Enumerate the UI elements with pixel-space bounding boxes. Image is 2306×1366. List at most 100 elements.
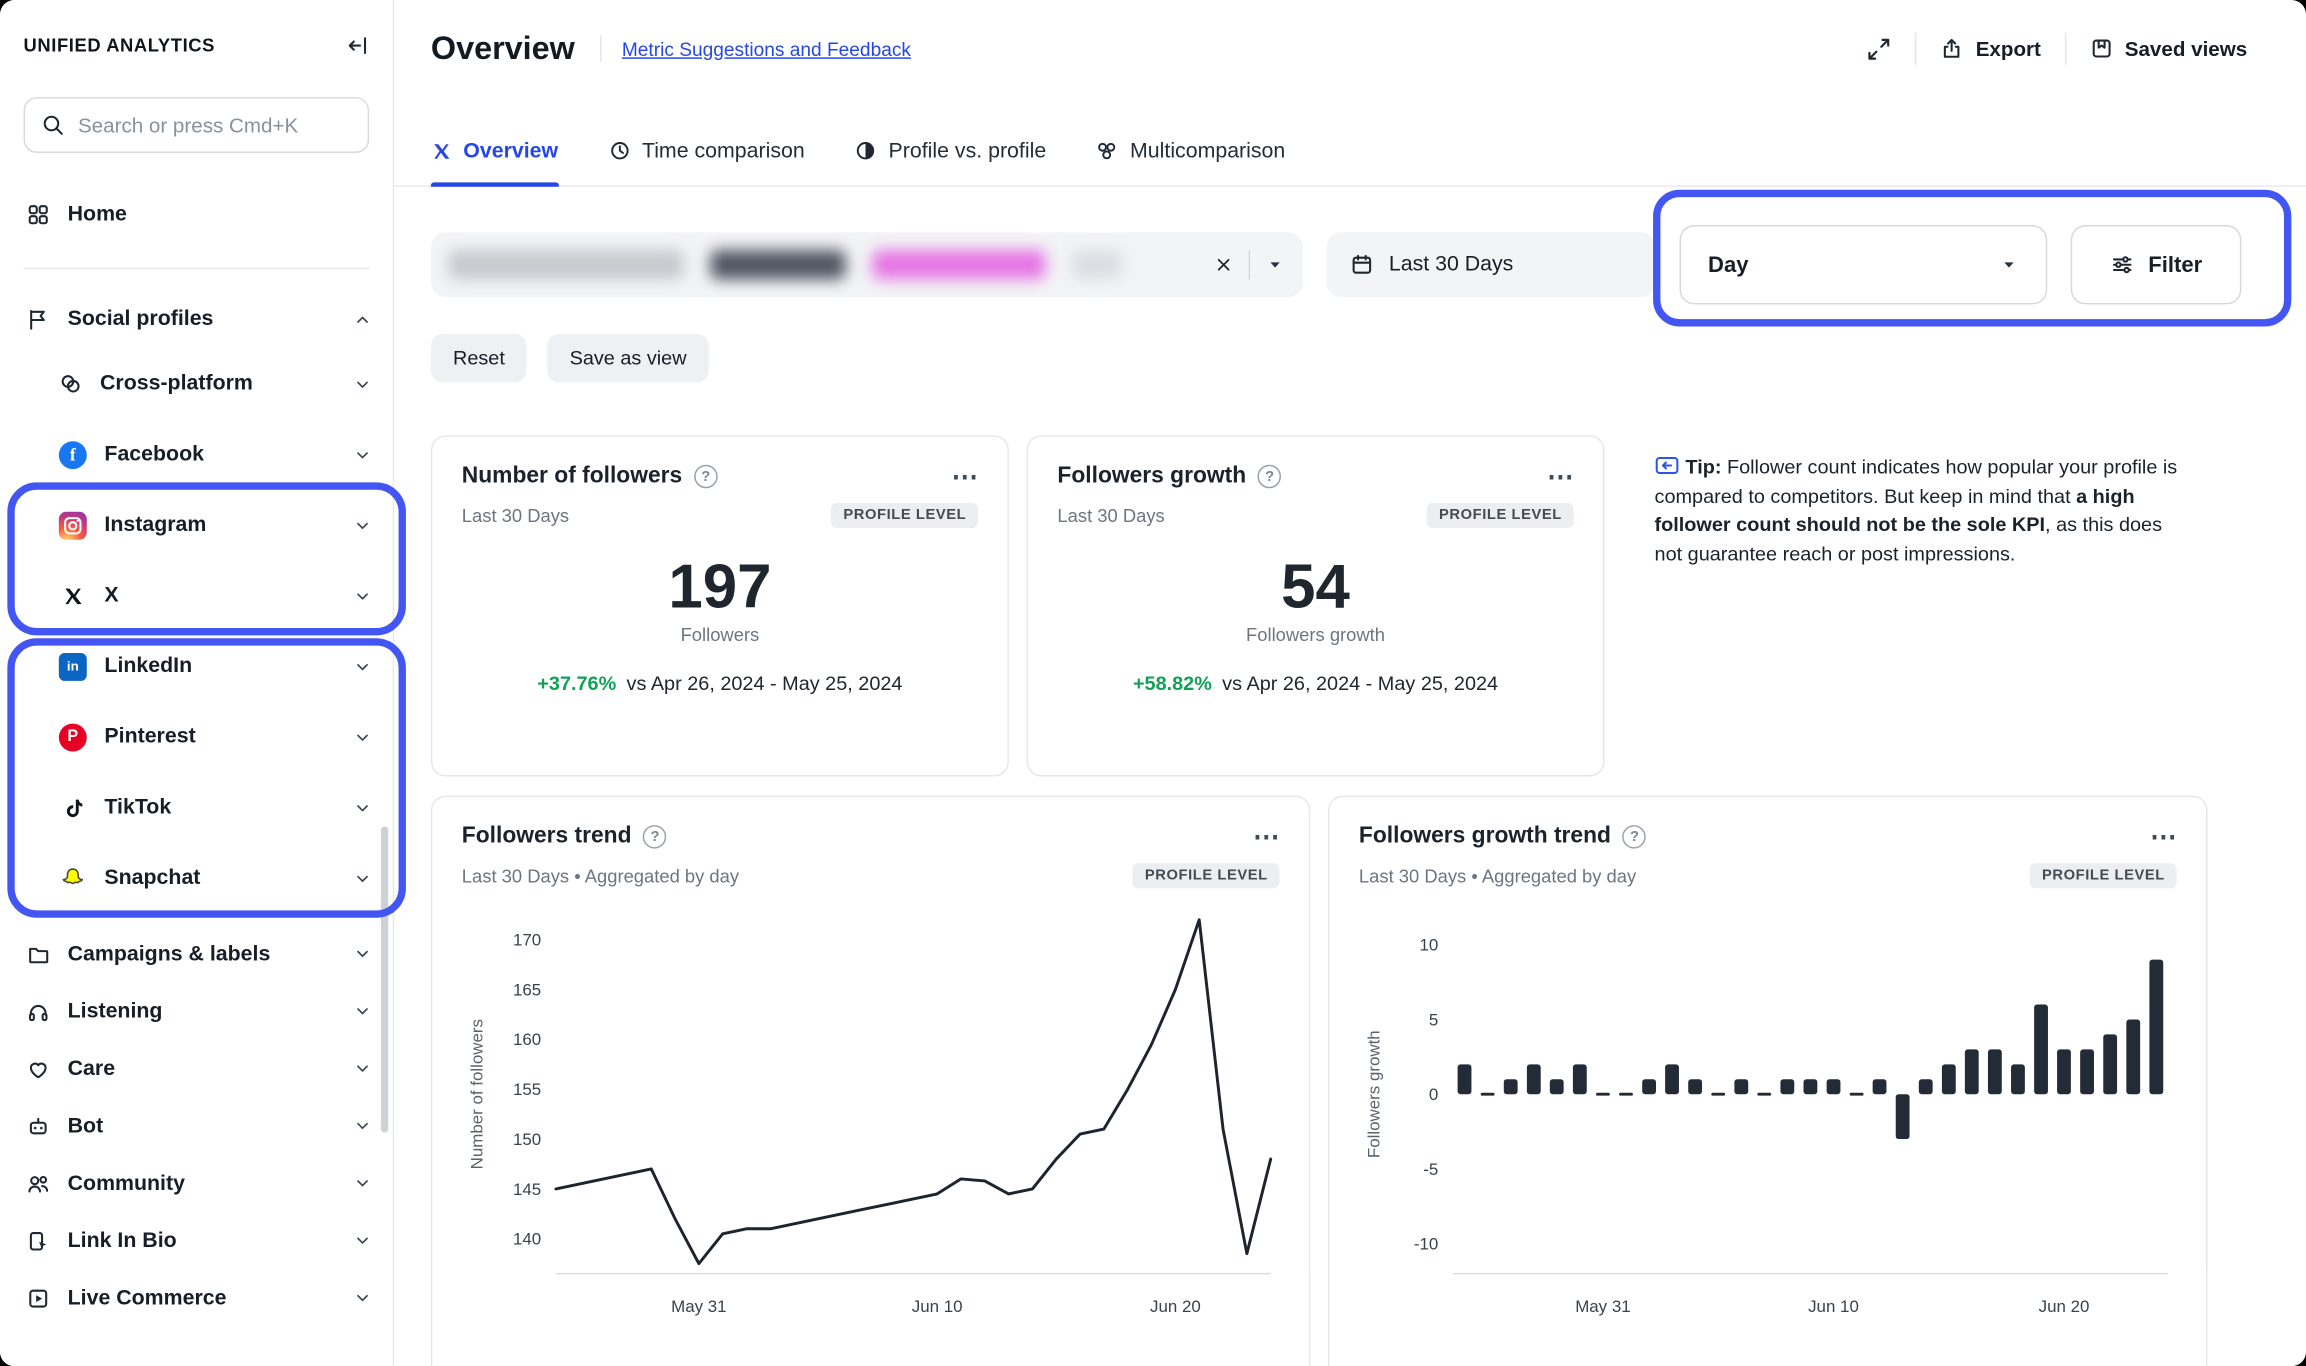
svg-text:Jun 10: Jun 10 bbox=[1808, 1297, 1859, 1316]
followers-growth-trend-chart: 1050-5-10Followers growthMay 31Jun 10Jun… bbox=[1359, 903, 2180, 1344]
more-menu-icon[interactable] bbox=[1547, 469, 1573, 484]
svg-text:10: 10 bbox=[1420, 936, 1439, 955]
tab-multicomparison[interactable]: Multicomparison bbox=[1096, 115, 1285, 187]
chevdown-icon bbox=[353, 868, 372, 887]
help-icon[interactable] bbox=[1623, 825, 1647, 849]
svg-text:-10: -10 bbox=[1414, 1235, 1438, 1254]
filter-button[interactable]: Filter bbox=[2071, 225, 2241, 304]
svg-text:155: 155 bbox=[513, 1080, 541, 1099]
sidebar-profiles: Cross-platformfFacebookInstagramXinLinke… bbox=[0, 349, 393, 914]
svg-text:May 31: May 31 bbox=[671, 1297, 726, 1316]
chevdown-icon bbox=[353, 1231, 372, 1250]
multi-icon bbox=[1096, 140, 1118, 162]
linkinbio-icon bbox=[26, 1229, 50, 1253]
clear-profiles-icon[interactable] bbox=[1214, 254, 1235, 275]
reset-button[interactable]: Reset bbox=[431, 334, 527, 383]
reset-row: Reset Save as view bbox=[394, 334, 2306, 383]
expand-view-icon[interactable] bbox=[1867, 36, 1892, 61]
sidebar-scrollbar[interactable] bbox=[381, 827, 388, 1133]
sidebar-item-pinterest[interactable]: PPinterest bbox=[0, 702, 393, 773]
search-icon bbox=[41, 113, 65, 137]
svg-text:Number of followers: Number of followers bbox=[467, 1019, 486, 1169]
sidebar-item-campaigns-labels[interactable]: Campaigns & labels bbox=[0, 925, 393, 982]
chevdown-icon bbox=[353, 1002, 372, 1021]
chevup-icon bbox=[353, 310, 372, 329]
main-area: Overview Metric Suggestions and Feedback… bbox=[394, 0, 2306, 1366]
help-icon[interactable] bbox=[694, 465, 718, 489]
sidebar-item-live-commerce[interactable]: Live Commerce bbox=[0, 1269, 393, 1326]
sidebar-item-tiktok[interactable]: TikTok bbox=[0, 772, 393, 843]
redacted-profile-chip bbox=[449, 250, 684, 279]
sidebar-item-snapchat[interactable]: Snapchat bbox=[0, 843, 393, 914]
listening-icon bbox=[26, 999, 50, 1023]
followers-growth-trend-card: Followers growth trend Last 30 Days • Ag… bbox=[1328, 796, 2207, 1366]
header-separator bbox=[600, 35, 601, 61]
granularity-dropdown[interactable]: Day bbox=[1680, 225, 2047, 304]
kpi-cards-row: Number of followers Last 30 Days PROFILE… bbox=[394, 435, 2306, 776]
sidebar-item-link-in-bio[interactable]: Link In Bio bbox=[0, 1212, 393, 1269]
sidebar-item-facebook[interactable]: fFacebook bbox=[0, 419, 393, 490]
chevdown-icon bbox=[353, 944, 372, 963]
tab-profile-vs-profile[interactable]: Profile vs. profile bbox=[855, 115, 1046, 187]
more-menu-icon[interactable] bbox=[2150, 829, 2176, 844]
svg-text:145: 145 bbox=[513, 1180, 541, 1199]
chevdown-icon bbox=[353, 657, 372, 676]
help-icon[interactable] bbox=[643, 825, 667, 849]
granularity-caret-icon bbox=[1999, 254, 2020, 275]
kpi-delta: +37.76% bbox=[537, 672, 616, 694]
feedback-link[interactable]: Metric Suggestions and Feedback bbox=[622, 38, 911, 60]
sidebar-item-community[interactable]: Community bbox=[0, 1154, 393, 1211]
redacted-profile-chip bbox=[1072, 250, 1122, 279]
snapchat-icon bbox=[59, 864, 87, 892]
tab-time-comparison[interactable]: Time comparison bbox=[608, 115, 805, 187]
sidebar-item-home[interactable]: Home bbox=[0, 185, 393, 244]
collapse-sidebar-icon[interactable] bbox=[346, 34, 370, 58]
community-icon bbox=[26, 1171, 50, 1195]
redacted-profile-chip bbox=[872, 250, 1046, 279]
date-range-picker[interactable]: Last 30 Days bbox=[1327, 232, 1656, 297]
sidebar-bottom-items: Campaigns & labelsListeningCareBotCommun… bbox=[0, 925, 393, 1327]
tip-text: Tip: Follower count indicates how popula… bbox=[1622, 435, 2181, 776]
campaigns-icon bbox=[26, 942, 50, 966]
sidebar-item-bot[interactable]: Bot bbox=[0, 1097, 393, 1154]
sidebar-item-instagram[interactable]: Instagram bbox=[0, 490, 393, 561]
xlogo-icon bbox=[431, 140, 452, 161]
more-menu-icon[interactable] bbox=[952, 469, 978, 484]
search-input[interactable] bbox=[78, 113, 352, 137]
help-icon[interactable] bbox=[1258, 465, 1282, 489]
filter-row: Last 30 Days Day Filter bbox=[394, 225, 2306, 304]
svg-text:0: 0 bbox=[1429, 1085, 1438, 1104]
chevdown-icon bbox=[353, 586, 372, 605]
sidebar-item-cross-platform[interactable]: Cross-platform bbox=[0, 349, 393, 420]
svg-text:170: 170 bbox=[513, 931, 541, 950]
followers-trend-card: Followers trend Last 30 Days • Aggregate… bbox=[431, 796, 1310, 1366]
saved-views-button[interactable]: Saved views bbox=[2089, 37, 2247, 61]
sidebar-item-linkedin[interactable]: inLinkedIn bbox=[0, 631, 393, 702]
save-as-view-button[interactable]: Save as view bbox=[548, 334, 709, 383]
svg-text:Jun 20: Jun 20 bbox=[2039, 1297, 2090, 1316]
sidebar-section-social-profiles[interactable]: Social profiles bbox=[0, 290, 393, 349]
sidebar: UNIFIED ANALYTICS Home Social profiles C… bbox=[0, 0, 394, 1366]
chevdown-icon bbox=[353, 1288, 372, 1307]
search-input-wrap[interactable] bbox=[24, 97, 370, 153]
export-button[interactable]: Export bbox=[1940, 37, 2041, 61]
app-window: UNIFIED ANALYTICS Home Social profiles C… bbox=[0, 0, 2306, 1366]
kpi-value: 197 bbox=[462, 552, 978, 623]
filter-icon bbox=[2110, 253, 2134, 277]
profile-selector[interactable] bbox=[431, 232, 1304, 297]
svg-text:140: 140 bbox=[513, 1230, 541, 1249]
svg-text:May 31: May 31 bbox=[1575, 1297, 1630, 1316]
pinterest-icon: P bbox=[59, 723, 87, 751]
tab-overview[interactable]: Overview bbox=[431, 115, 558, 187]
saved-icon bbox=[2089, 37, 2113, 61]
sidebar-item-x[interactable]: X bbox=[0, 560, 393, 631]
sidebar-divider bbox=[24, 268, 370, 269]
facebook-icon: f bbox=[59, 440, 87, 468]
chevdown-icon bbox=[353, 798, 372, 817]
chevdown-icon bbox=[353, 727, 372, 746]
profile-selector-caret-icon[interactable] bbox=[1265, 254, 1286, 275]
more-menu-icon[interactable] bbox=[1253, 829, 1279, 844]
svg-text:Followers growth: Followers growth bbox=[1365, 1030, 1384, 1158]
sidebar-item-care[interactable]: Care bbox=[0, 1040, 393, 1097]
sidebar-item-listening[interactable]: Listening bbox=[0, 982, 393, 1039]
